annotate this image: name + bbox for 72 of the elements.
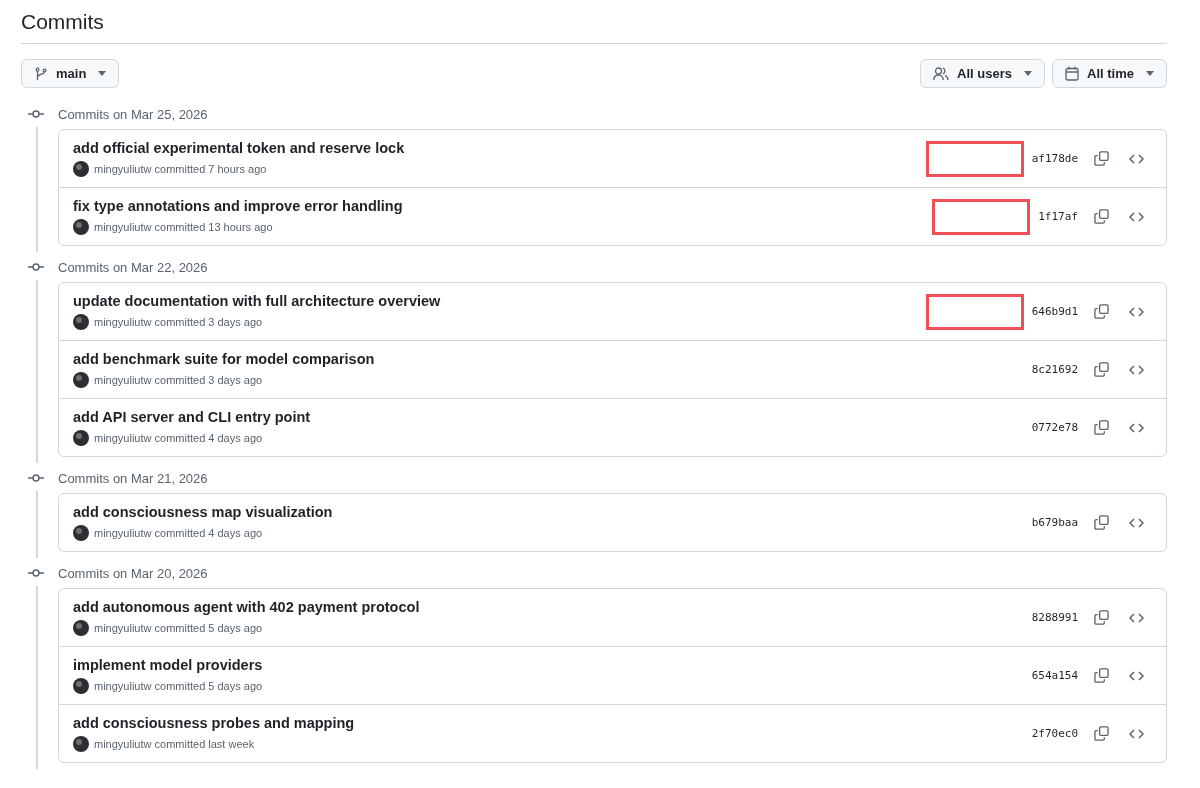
copy-icon (1094, 362, 1109, 377)
copy-icon (1094, 515, 1109, 530)
people-icon (933, 66, 950, 81)
commit-hash-link[interactable]: 1f17af (1038, 210, 1078, 223)
copy-icon (1094, 304, 1109, 319)
caret-icon (98, 71, 107, 76)
commit-message-link[interactable]: add consciousness map visualization (73, 504, 333, 520)
filter-dropdown[interactable]: All time (1052, 59, 1167, 88)
commit-author-text: mingyuliutw committed 5 days ago (94, 622, 263, 634)
commit-author-text: mingyuliutw committed last week (94, 738, 255, 750)
caret-icon (1024, 71, 1033, 76)
commit-hash-link[interactable]: b679baa (1031, 516, 1078, 529)
avatar-icon (73, 678, 89, 694)
commit-hash-link[interactable]: af178de (1031, 152, 1078, 165)
copy-icon (1094, 726, 1109, 741)
date-heading: Commits on Mar 25, 2026 (58, 106, 208, 122)
date-heading: Commits on Mar 20, 2026 (58, 565, 208, 581)
commit-author-text: mingyuliutw committed 5 days ago (94, 680, 263, 692)
commit-message-link[interactable]: add consciousness probes and mapping (73, 715, 355, 731)
commit-hash-link[interactable]: 0772e78 (1031, 421, 1078, 434)
commit-hash-link[interactable]: 8c21692 (1031, 363, 1078, 376)
avatar-icon (73, 372, 89, 388)
copy-icon (1094, 420, 1109, 435)
commit-message-link[interactable]: fix type annotations and improve error handling (73, 198, 403, 214)
branch-icon (34, 66, 48, 81)
avatar-icon (73, 314, 89, 330)
commit-hash-link[interactable]: 654a154 (1031, 669, 1078, 682)
commit-author-text: mingyuliutw committed 3 days ago (94, 316, 263, 328)
copy-icon (1094, 209, 1109, 224)
commit-author-text: mingyuliutw committed 3 days ago (94, 374, 263, 386)
copy-icon (1094, 668, 1109, 683)
avatar-icon (73, 620, 89, 636)
avatar-icon (73, 430, 89, 446)
commit-message-link[interactable]: add API server and CLI entry point (73, 409, 311, 425)
commit-hash-link[interactable]: 646b9d1 (1031, 305, 1078, 318)
caret-icon (1146, 71, 1154, 76)
commit-message-link[interactable]: implement model providers (73, 657, 263, 673)
filter-dropdown[interactable]: All users (920, 59, 1046, 88)
code-icon (1129, 516, 1144, 529)
commit-author-text: mingyuliutw committed 4 days ago (94, 527, 263, 539)
code-icon (1129, 421, 1144, 434)
avatar-icon (73, 219, 89, 235)
copy-icon (1094, 610, 1109, 625)
commit-node-icon (28, 569, 44, 577)
avatar-icon (73, 161, 89, 177)
commit-node-icon (28, 263, 44, 271)
commit-message-link[interactable]: update documentation with full architecture overview (73, 293, 441, 309)
code-icon (1129, 669, 1144, 682)
commit-message-link[interactable]: add autonomous agent with 402 payment protocol (73, 599, 420, 615)
calendar-icon (1065, 66, 1080, 81)
avatar-icon (73, 736, 89, 752)
commit-hash-link[interactable]: 2f70ec0 (1031, 727, 1078, 740)
code-icon (1129, 152, 1144, 165)
code-icon (1129, 727, 1144, 740)
commit-node-icon (28, 474, 44, 482)
commit-node-icon (28, 110, 44, 118)
commit-author-text: mingyuliutw committed 13 hours ago (94, 221, 273, 233)
code-icon (1129, 363, 1144, 376)
code-icon (1129, 210, 1144, 223)
commit-hash-link[interactable]: 8288991 (1031, 611, 1078, 624)
branch-selector[interactable]: main (21, 59, 120, 88)
date-heading: Commits on Mar 22, 2026 (58, 259, 208, 275)
copy-icon (1094, 151, 1109, 166)
code-icon (1129, 305, 1144, 318)
commit-message-link[interactable]: add official experimental token and reserve lock (73, 140, 405, 156)
commit-author-text: mingyuliutw committed 7 hours ago (94, 163, 267, 175)
date-heading: Commits on Mar 21, 2026 (58, 470, 208, 486)
avatar-icon (73, 525, 89, 541)
page-title: Commits (21, 0, 1167, 44)
commit-message-link[interactable]: add benchmark suite for model comparison (73, 351, 375, 367)
commit-author-text: mingyuliutw committed 4 days ago (94, 432, 263, 444)
code-icon (1129, 611, 1144, 624)
